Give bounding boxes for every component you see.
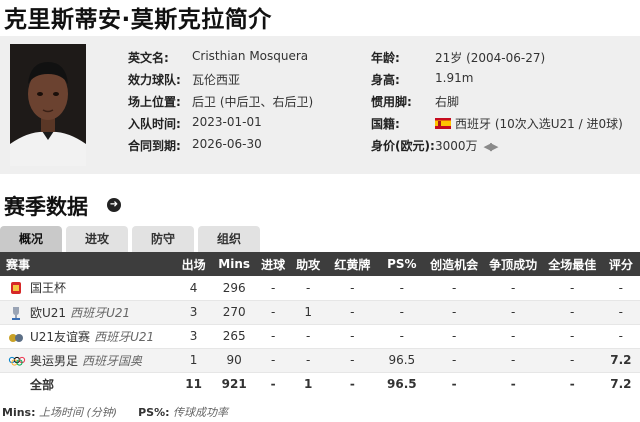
tab-organization[interactable]: 组织 [198, 226, 260, 252]
col-header-competition: 赛事 [0, 252, 175, 276]
col-header-chances: 创造机会 [424, 252, 484, 276]
player-profile-card: 英文名: Cristhian Mosquera 效力球队: 瓦伦西亚 场上位置: 后卫… [0, 36, 640, 174]
preferred-foot-row: 惯用脚: 右脚 [371, 95, 460, 109]
col-header-aerials: 争顶成功 [483, 252, 543, 276]
col-header-pass-pct: PS% [379, 252, 425, 276]
col-header-rating: 评分 [601, 252, 640, 276]
olympic-rings-icon [8, 353, 26, 369]
club-link[interactable]: 瓦伦西亚 [192, 71, 240, 88]
english-name-row: 英文名: Cristhian Mosquera [128, 49, 309, 65]
page-title: 克里斯蒂安·莫斯克拉简介 [4, 7, 272, 33]
tab-defense[interactable]: 防守 [132, 226, 194, 252]
uefa-u21-icon [8, 305, 24, 321]
season-section-title: 赛季数据 [4, 195, 88, 219]
arrow-right-circle-icon[interactable]: ➜ [107, 198, 121, 212]
spain-flag-icon [435, 118, 451, 129]
position-row: 场上位置: 后卫 (中后卫、右后卫) [128, 95, 314, 109]
col-header-mins: Mins [212, 252, 256, 276]
col-header-apps: 出场 [174, 252, 213, 276]
competition-name[interactable]: U21友谊赛 [30, 330, 90, 344]
club-row: 效力球队: 瓦伦西亚 [128, 73, 241, 87]
competition-name[interactable]: 奥运男足 [30, 354, 78, 368]
table-row[interactable]: 国王杯 4 296 - - - - - - - - [0, 276, 640, 301]
season-stats-table: 赛事 出场 Mins 进球 助攻 红黄牌 PS% 创造机会 争顶成功 全场最佳 … [0, 252, 640, 396]
table-footnote: Mins: 上场时间 (分钟) PS%: 传球成功率 [2, 406, 228, 419]
contract-end-row: 合同到期: 2026-06-30 [128, 137, 262, 153]
table-header-row: 赛事 出场 Mins 进球 助攻 红黄牌 PS% 创造机会 争顶成功 全场最佳 … [0, 252, 640, 276]
join-date-row: 入队时间: 2023-01-01 [128, 115, 262, 131]
age-row: 年龄: 21岁 (2004-06-27) [371, 51, 546, 65]
table-row[interactable]: U21友谊赛 西班牙U21 3 265 - - - - - - - - [0, 324, 640, 349]
col-header-cards: 红黄牌 [325, 252, 379, 276]
rating-value: 7.2 [601, 348, 640, 373]
table-row[interactable]: 欧U21 西班牙U21 3 270 - 1 - - - - - - [0, 300, 640, 325]
competition-name[interactable]: 欧U21 [30, 306, 66, 320]
table-row[interactable]: 奥运男足 西班牙国奥 1 90 - - - 96.5 - - - 7.2 [0, 348, 640, 373]
tab-overview[interactable]: 概况 [0, 226, 62, 252]
nationality-row: 国籍: 西班牙 (10次入选U21 / 进0球) [371, 117, 623, 131]
competition-name[interactable]: 国王杯 [30, 281, 66, 295]
height-row: 身高: 1.91m [371, 71, 474, 87]
col-header-motm: 全场最佳 [542, 252, 602, 276]
season-tabs: 概况 进攻 防守 组织 [0, 226, 264, 252]
friendly-icon [8, 329, 24, 345]
table-total-row: 全部 11 921 - 1 - 96.5 - - - 7.2 [0, 372, 640, 396]
col-header-goals: 进球 [255, 252, 291, 276]
market-value-row: 身价(欧元): 3000万 ◀▶ [371, 139, 498, 153]
player-photo [10, 44, 86, 166]
value-trend-arrows-icon[interactable]: ◀▶ [484, 140, 499, 153]
col-header-assists: 助攻 [290, 252, 326, 276]
copa-del-rey-icon [8, 280, 24, 296]
total-rating-value: 7.2 [610, 377, 632, 392]
tab-attack[interactable]: 进攻 [66, 226, 128, 252]
